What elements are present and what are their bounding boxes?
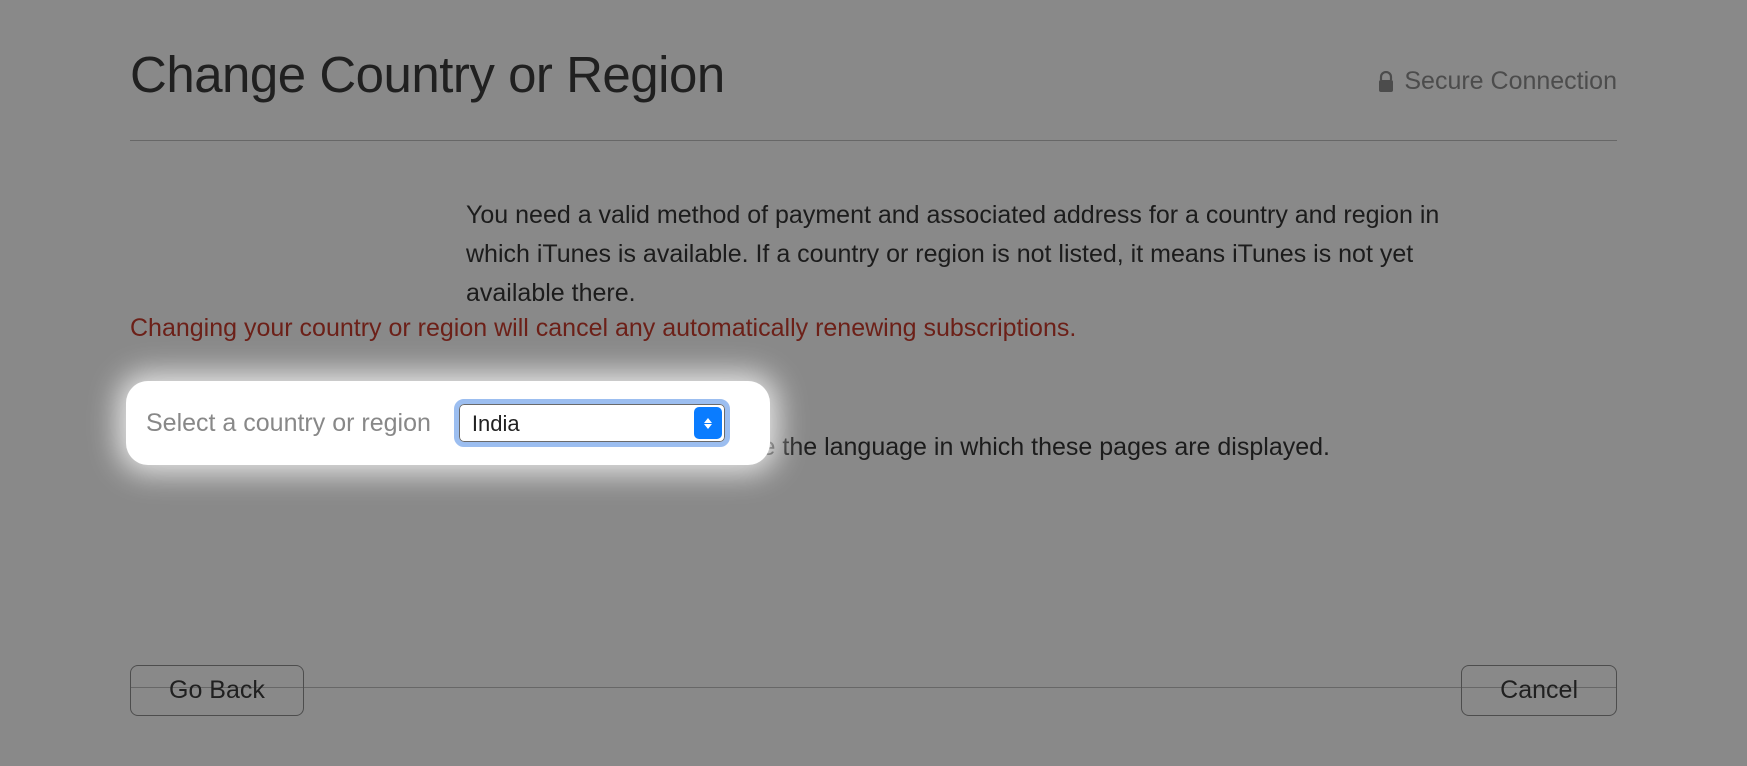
lock-icon [1378,71,1394,93]
page-header: Change Country or Region Secure Connecti… [130,45,1617,141]
go-back-button[interactable]: Go Back [130,665,304,716]
info-text: You need a valid method of payment and a… [466,196,1476,312]
footer-buttons: Go Back Cancel [130,625,1617,716]
page-title: Change Country or Region [130,45,725,104]
cancel-button[interactable]: Cancel [1461,665,1617,716]
warning-text: Changing your country or region will can… [130,314,1617,343]
chevron-up-icon [704,418,712,423]
select-stepper-icon[interactable] [694,407,722,439]
secure-connection-label: Secure Connection [1404,67,1617,96]
country-select-highlight: Select a country or region India [126,381,770,465]
country-select-wrap: India [459,404,725,442]
secure-connection-indicator: Secure Connection [1378,67,1617,104]
select-country-label: Select a country or region [146,409,431,438]
chevron-down-icon [704,424,712,429]
country-select[interactable]: India [459,404,725,442]
